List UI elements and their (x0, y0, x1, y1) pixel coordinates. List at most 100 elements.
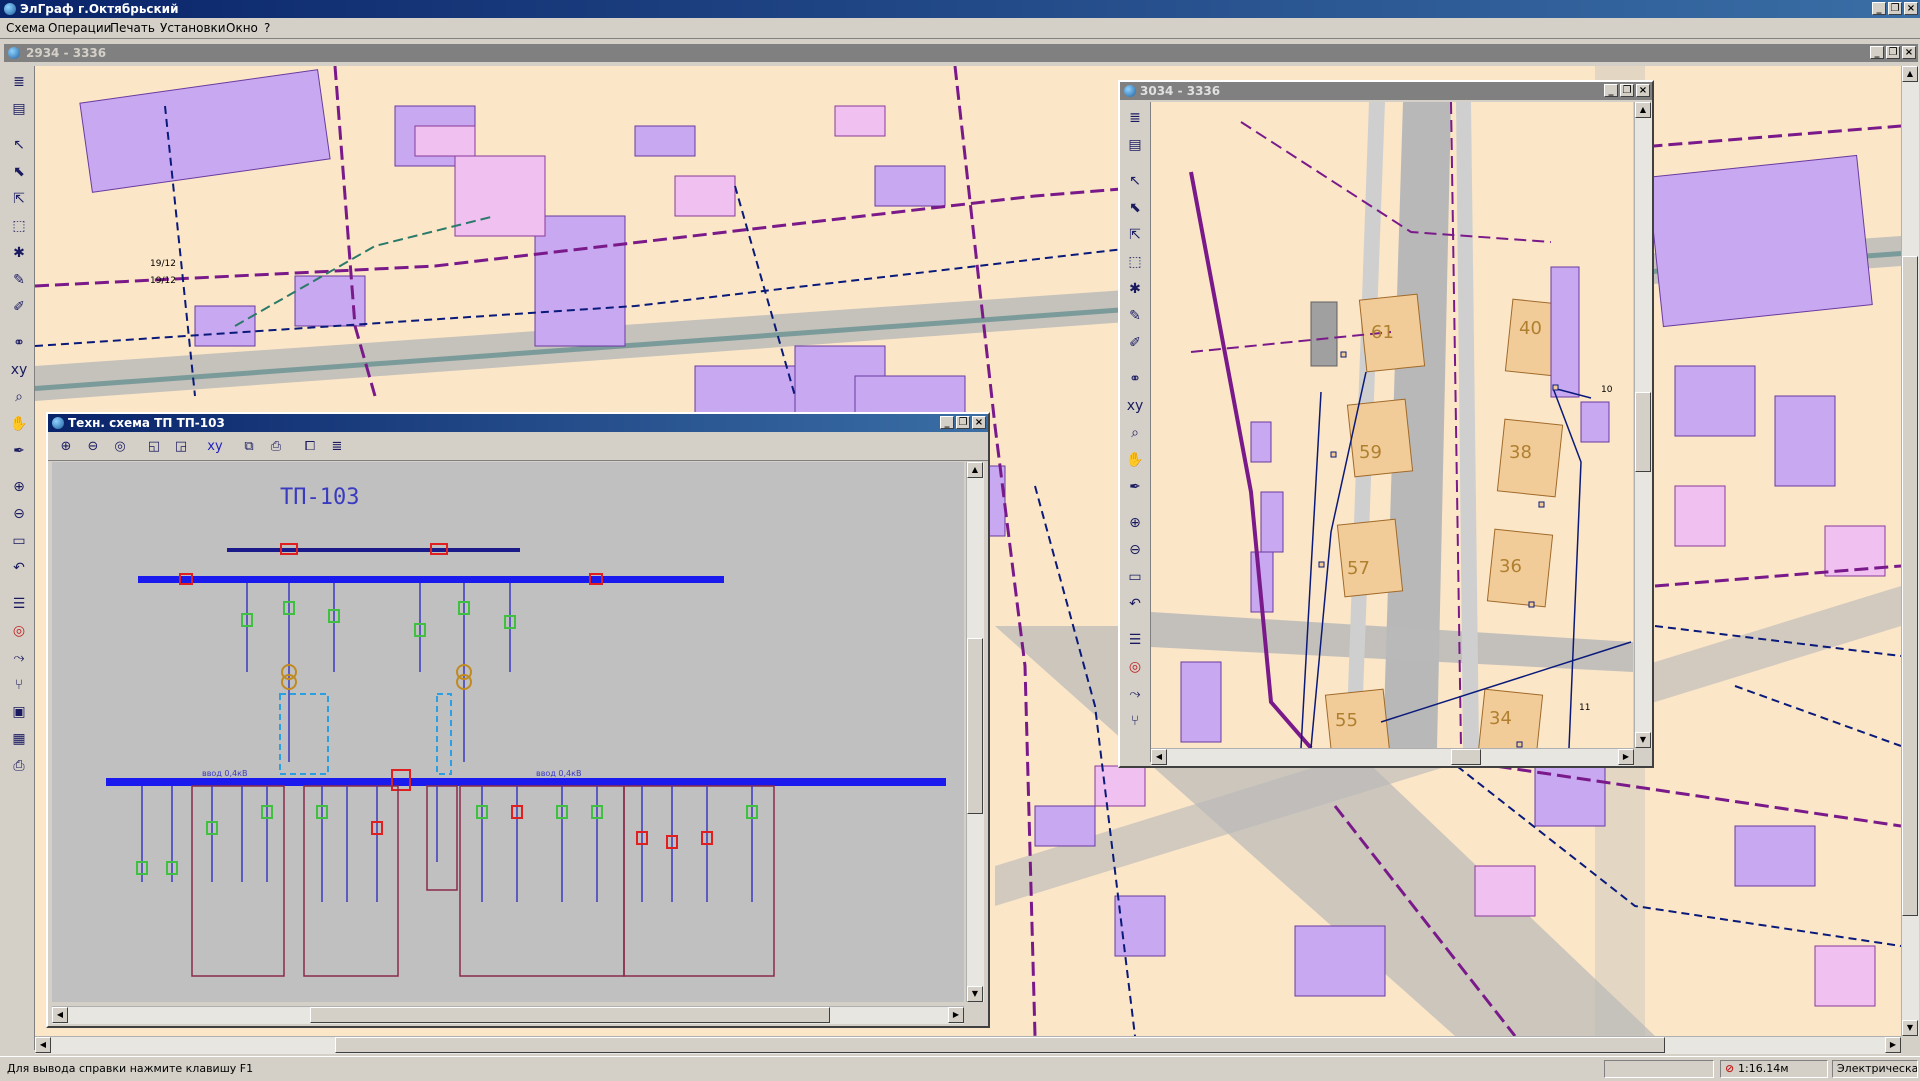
schema-canvas[interactable]: ТП-103 ввод 0,4кВ ввод 0,4кВ (52, 462, 964, 1002)
lv-switches-red[interactable] (371, 805, 713, 849)
scroll-thumb[interactable] (335, 1037, 1665, 1053)
fit-icon[interactable]: ▭ (1125, 567, 1145, 587)
scroll-right-button[interactable]: ▶ (948, 1007, 964, 1023)
target-icon[interactable]: ◎ (9, 621, 29, 641)
table-icon[interactable]: ▦ (9, 729, 29, 749)
pencil-icon[interactable]: ✎ (9, 270, 29, 290)
branch-icon[interactable]: ⑂ (9, 675, 29, 695)
map-vertical-scrollbar[interactable]: ▲ ▼ (1901, 66, 1919, 1036)
layers-icon[interactable]: ≣ (9, 72, 29, 92)
stack-icon[interactable]: ☰ (9, 594, 29, 614)
scroll-up-button[interactable]: ▲ (1902, 66, 1918, 82)
pen-icon[interactable]: ✒ (9, 441, 29, 461)
layers-icon[interactable]: ≣ (1125, 108, 1145, 128)
select-node-icon[interactable]: ⇱ (9, 189, 29, 209)
select-area-icon[interactable]: ⬚ (9, 216, 29, 236)
mini-map-canvas[interactable]: 61 59 57 55 40 38 36 34 10 11 (1151, 102, 1633, 748)
image-icon[interactable]: ▣ (9, 702, 29, 722)
scroll-thumb[interactable] (1902, 256, 1918, 916)
menu-window[interactable]: Окно (226, 21, 258, 35)
search-icon[interactable]: ⌕ (9, 387, 29, 407)
schema-restore-button[interactable]: ❐ (956, 416, 970, 429)
single-line-diagram[interactable]: ТП-103 ввод 0,4кВ ввод 0,4кВ (52, 462, 964, 1002)
pointer-icon[interactable]: ↖ (9, 135, 29, 155)
hv-switches-green[interactable] (241, 601, 516, 637)
preview-icon[interactable]: ⧠ (300, 437, 320, 457)
xy-icon[interactable]: xy (1125, 396, 1145, 416)
scroll-thumb[interactable] (967, 638, 983, 814)
scroll-right-button[interactable]: ▶ (1618, 749, 1634, 765)
scroll-right-button[interactable]: ▶ (1885, 1037, 1901, 1053)
scroll-thumb[interactable] (1635, 392, 1651, 472)
hand-icon[interactable]: ✋ (9, 414, 29, 434)
pointer-icon[interactable]: ↖ (1125, 171, 1145, 191)
schema-minimize-button[interactable]: _ (940, 416, 954, 429)
undo-icon[interactable]: ↶ (1125, 594, 1145, 614)
layers-icon[interactable]: ≣ (327, 437, 347, 457)
mini-map[interactable]: 61 59 57 55 40 38 36 34 10 11 (1151, 102, 1633, 748)
select-red-icon[interactable]: ✱ (9, 243, 29, 263)
select-red-icon[interactable]: ✱ (1125, 279, 1145, 299)
route-icon[interactable]: ⤳ (1125, 684, 1145, 704)
select-icon[interactable]: ⬉ (9, 162, 29, 182)
restore-button[interactable]: ❐ (1888, 2, 1902, 15)
scroll-up-button[interactable]: ▲ (1635, 102, 1651, 118)
binoculars-icon[interactable]: ⚭ (9, 333, 29, 353)
mini-close-button[interactable]: × (1636, 84, 1650, 97)
schema-close-button[interactable]: × (972, 416, 986, 429)
search-icon[interactable]: ⌕ (1125, 423, 1145, 443)
menu-schema[interactable]: Схема (6, 21, 45, 35)
target-icon[interactable]: ◎ (110, 437, 130, 457)
scroll-thumb[interactable] (1451, 749, 1481, 765)
menu-print[interactable]: Печать (110, 21, 155, 35)
print-icon[interactable]: ⎙ (9, 756, 29, 776)
mini-minimize-button[interactable]: _ (1604, 84, 1618, 97)
scroll-left-button[interactable]: ◀ (35, 1037, 51, 1053)
page-icon[interactable]: ▤ (1125, 135, 1145, 155)
zoom-in-icon[interactable]: ⊕ (56, 437, 76, 457)
print-icon[interactable]: ⎙ (266, 437, 286, 457)
zoom-out-icon[interactable]: ⊖ (83, 437, 103, 457)
route-icon[interactable]: ⤳ (9, 648, 29, 668)
scroll-down-button[interactable]: ▼ (967, 986, 983, 1002)
branch-icon[interactable]: ⑂ (1125, 711, 1145, 731)
scroll-up-button[interactable]: ▲ (967, 462, 983, 478)
xy-icon[interactable]: xy (205, 437, 225, 457)
scroll-down-button[interactable]: ▼ (1635, 732, 1651, 748)
menu-settings[interactable]: Установки (160, 21, 226, 35)
select-node-icon[interactable]: ⇱ (1125, 225, 1145, 245)
edit-icon[interactable]: ✐ (9, 297, 29, 317)
scroll-left-button[interactable]: ◀ (52, 1007, 68, 1023)
edit-icon[interactable]: ✐ (1125, 333, 1145, 353)
target-icon[interactable]: ◎ (1125, 657, 1145, 677)
mini-horizontal-scrollbar[interactable]: ◀ ▶ (1151, 748, 1634, 766)
schema-horizontal-scrollbar[interactable]: ◀ ▶ (52, 1006, 964, 1024)
zoom-out-icon[interactable]: ⊖ (9, 504, 29, 524)
select-icon[interactable]: ⬉ (1125, 198, 1145, 218)
mini-vertical-scrollbar[interactable]: ▲ ▼ (1634, 102, 1652, 748)
scroll-thumb[interactable] (310, 1007, 830, 1023)
layers-front-icon[interactable]: ◲ (171, 437, 191, 457)
select-area-icon[interactable]: ⬚ (1125, 252, 1145, 272)
map-restore-button[interactable]: ❐ (1886, 46, 1900, 59)
scroll-down-button[interactable]: ▼ (1902, 1020, 1918, 1036)
map-horizontal-scrollbar[interactable]: ◀ ▶ (35, 1036, 1901, 1054)
copy-icon[interactable]: ⧉ (239, 437, 259, 457)
mini-restore-button[interactable]: ❐ (1620, 84, 1634, 97)
lv-switches-green[interactable] (136, 805, 758, 875)
menu-help[interactable]: ? (264, 21, 270, 35)
menu-operations[interactable]: Операции (48, 21, 111, 35)
pen-icon[interactable]: ✒ (1125, 477, 1145, 497)
xy-icon[interactable]: xy (9, 360, 29, 380)
zoom-in-icon[interactable]: ⊕ (9, 477, 29, 497)
fit-icon[interactable]: ▭ (9, 531, 29, 551)
zoom-in-icon[interactable]: ⊕ (1125, 513, 1145, 533)
stack-icon[interactable]: ☰ (1125, 630, 1145, 650)
hand-icon[interactable]: ✋ (1125, 450, 1145, 470)
page-icon[interactable]: ▤ (9, 99, 29, 119)
map-close-button[interactable]: × (1902, 46, 1916, 59)
close-button[interactable]: × (1904, 2, 1918, 15)
schema-vertical-scrollbar[interactable]: ▲ ▼ (966, 462, 984, 1002)
pencil-icon[interactable]: ✎ (1125, 306, 1145, 326)
undo-icon[interactable]: ↶ (9, 558, 29, 578)
